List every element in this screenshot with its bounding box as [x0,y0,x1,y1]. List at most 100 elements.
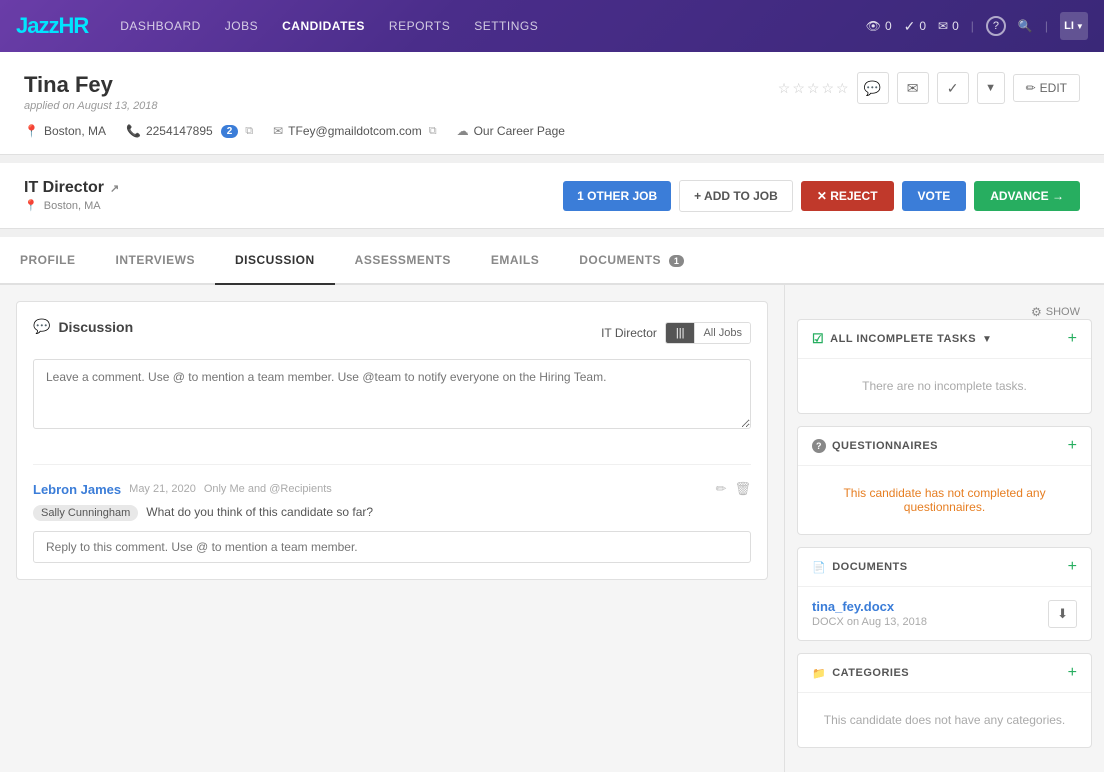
comment-visibility: Only Me and @Recipients [204,483,332,495]
navbar: JazzHR DASHBOARD JOBS CANDIDATES REPORTS… [0,0,1104,52]
eye-count: 0 [885,19,892,33]
eye-icon-btn[interactable]: 👁 0 [866,19,892,33]
comment-input[interactable] [33,359,751,429]
candidate-actions: ☆ ☆ ☆ ☆ ☆ 💬 ✉ ✓ ▼ ✏ [778,72,1080,104]
nav-candidates[interactable]: CANDIDATES [282,19,365,33]
user-avatar[interactable]: LI ▼ [1060,12,1088,40]
categories-header[interactable]: 📁 CATEGORIES + [798,654,1091,693]
right-panel: ⚙ SHOW ☑ ALL INCOMPLETE TASKS ▼ + There … [784,285,1104,772]
comment-action-btn[interactable]: 💬 [857,72,889,104]
star-3[interactable]: ☆ [807,80,820,97]
documents-header[interactable]: 📄 DOCUMENTS + [798,548,1091,587]
check-icon-btn[interactable]: ✓ 0 [904,18,926,35]
tab-documents[interactable]: DOCUMENTS 1 [559,237,704,285]
job-title-text: IT Director [24,179,104,197]
edit-comment-icon[interactable]: ✏ [716,481,727,497]
other-job-button[interactable]: 1 OTHER JOB [563,181,671,211]
message-count: 0 [952,19,959,33]
star-rating[interactable]: ☆ ☆ ☆ ☆ ☆ [778,80,849,97]
external-link-icon[interactable]: ↗ [110,182,119,195]
edit-label: EDIT [1040,81,1067,95]
email-action-btn[interactable]: ✉ [897,72,929,104]
check-count: 0 [919,19,926,33]
documents-title: 📄 DOCUMENTS [812,561,908,574]
message-icon-btn[interactable]: ✉ 0 [938,19,959,33]
toggle-alljobs[interactable]: All Jobs [694,323,750,343]
edit-button[interactable]: ✏ EDIT [1013,74,1080,102]
nav-jobs[interactable]: JOBS [225,19,258,33]
discussion-filter: IT Director ||| All Jobs [601,322,751,344]
categories-add-btn[interactable]: + [1068,664,1077,682]
tab-emails[interactable]: EMAILS [471,237,559,285]
download-button[interactable]: ⬇ [1048,600,1077,628]
tab-discussion[interactable]: DISCUSSION [215,237,335,285]
comment-author[interactable]: Lebron James [33,482,121,497]
check-action-btn[interactable]: ✓ [937,72,969,104]
candidate-phone: 2254147895 [146,124,213,138]
reject-button[interactable]: ✕ REJECT [801,181,894,211]
chevron-down-icon: ▼ [982,334,992,345]
job-title-row: IT Director ↗ [24,179,119,197]
help-icon: ? [986,16,1006,36]
nav-dashboard[interactable]: DASHBOARD [120,19,201,33]
questionnaires-add-btn[interactable]: + [1068,437,1077,455]
comment-actions: ✏ 🗑 [716,481,751,497]
phone-icon: 📞 [126,124,141,138]
vote-button[interactable]: VOTE [902,181,967,211]
nav-reports[interactable]: REPORTS [389,19,450,33]
reply-input[interactable] [33,531,751,563]
question-icon: ? [812,439,826,453]
copy-email-icon[interactable]: ⧉ [429,125,437,138]
checkbox-icon: ☑ [812,331,824,347]
phone-badge: 2 [221,125,239,138]
more-actions-btn[interactable]: ▼ [977,72,1005,104]
comment-icon: 💬 [864,80,881,97]
star-1[interactable]: ☆ [778,80,791,97]
doc-info: tina_fey.docx DOCX on Aug 13, 2018 [812,599,927,628]
candidate-top: Tina Fey applied on August 13, 2018 ☆ ☆ … [24,72,1080,112]
check-icon: ✓ [904,18,916,35]
tasks-body: There are no incomplete tasks. [798,359,1091,413]
divider2: | [1045,19,1048,33]
main-content: Tina Fey applied on August 13, 2018 ☆ ☆ … [0,52,1104,772]
tasks-add-btn[interactable]: + [1068,330,1077,348]
advance-button[interactable]: ADVANCE → [974,181,1080,211]
comment-date: May 21, 2020 [129,483,196,495]
navbar-right: 👁 0 ✓ 0 ✉ 0 | ? 🔍 | LI ▼ [866,12,1088,40]
candidate-location: Boston, MA [44,124,106,138]
star-5[interactable]: ☆ [836,80,849,97]
doc-meta: DOCX on Aug 13, 2018 [812,616,927,628]
nav-settings[interactable]: SETTINGS [474,19,538,33]
help-icon-btn[interactable]: ? [986,16,1006,36]
questionnaires-warning: This candidate has not completed any que… [812,478,1077,522]
logo[interactable]: JazzHR [16,13,88,39]
star-4[interactable]: ☆ [821,80,834,97]
questionnaires-header[interactable]: ? QUESTIONNAIRES + [798,427,1091,466]
discussion-header: 💬 Discussion IT Director ||| All Jobs [33,318,751,347]
comment-item: Lebron James May 21, 2020 Only Me and @R… [33,464,751,563]
categories-body: This candidate does not have any categor… [798,693,1091,747]
tab-interviews[interactable]: INTERVIEWS [96,237,215,285]
delete-comment-icon[interactable]: 🗑 [734,481,751,497]
tab-profile[interactable]: PROFILE [0,237,96,285]
search-icon-btn[interactable]: 🔍 [1018,19,1033,33]
tab-assessments[interactable]: ASSESSMENTS [335,237,471,285]
documents-body: tina_fey.docx DOCX on Aug 13, 2018 ⬇ [798,587,1091,640]
show-link[interactable]: ⚙ SHOW [1031,305,1080,319]
tasks-header[interactable]: ☑ ALL INCOMPLETE TASKS ▼ + [798,320,1091,359]
chat-icon: 💬 [33,318,50,335]
toggle-itdirector[interactable]: ||| [666,323,695,343]
discussion-title: 💬 Discussion [33,318,133,335]
star-2[interactable]: ☆ [792,80,805,97]
job-buttons: 1 OTHER JOB + ADD TO JOB ✕ REJECT VOTE A… [563,180,1080,212]
copy-phone-icon[interactable]: ⧉ [245,125,253,138]
document-icon: 📄 [812,561,826,574]
user-initials: LI [1064,20,1074,32]
doc-name[interactable]: tina_fey.docx [812,599,927,614]
add-to-job-button[interactable]: + ADD TO JOB [679,180,793,212]
documents-add-btn[interactable]: + [1068,558,1077,576]
candidate-applied: applied on August 13, 2018 [24,100,158,112]
check-action-icon: ✓ [947,80,959,97]
email-info: ✉ TFey@gmaildotcom.com ⧉ [273,124,436,138]
candidate-info: 📍 Boston, MA 📞 2254147895 2 ⧉ ✉ TFey@gma… [24,124,1080,138]
